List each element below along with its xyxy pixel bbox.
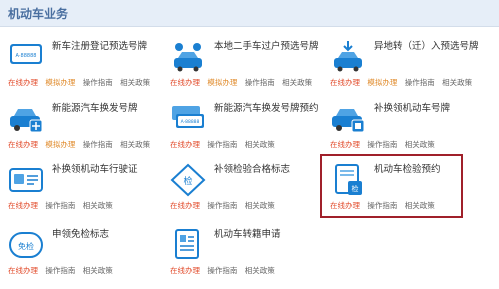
service-card-ev-plate[interactable]: 新能源汽车换发号牌 在线办理 模拟办理 操作指南 相关政策 — [8, 102, 168, 158]
related-policy-link[interactable]: 相关政策 — [282, 78, 312, 87]
related-policy-link[interactable]: 相关政策 — [245, 140, 275, 149]
service-title: 新车注册登记预选号牌 — [52, 41, 148, 52]
related-policy-link[interactable]: 相关政策 — [245, 266, 275, 275]
service-title: 申领免检标志 — [52, 229, 110, 240]
section-header: 机动车业务 — [0, 0, 499, 27]
service-links: 在线办理 操作指南 相关政策 — [170, 200, 280, 211]
service-title: 新能源汽车换发号牌预约 — [214, 103, 319, 114]
section-title: 机动车业务 — [8, 7, 69, 21]
operation-guide-link[interactable]: 操作指南 — [207, 201, 237, 210]
service-card-ev-plate-booking[interactable]: A·88888 新能源汽车换发号牌预约 在线办理 操作指南 相关政策 — [170, 102, 330, 158]
online-handle-link[interactable]: 在线办理 — [170, 78, 200, 87]
plate-icon: A·88888 — [8, 40, 44, 76]
operation-guide-link[interactable]: 操作指南 — [207, 266, 237, 275]
service-title: 异地转（迁）入预选号牌 — [374, 41, 479, 52]
service-card-driving-license[interactable]: 补换领机动车行驶证 在线办理 操作指南 相关政策 — [8, 163, 168, 219]
service-title: 补领检验合格标志 — [214, 164, 291, 175]
highlight-frame — [320, 154, 463, 218]
online-handle-link[interactable]: 在线办理 — [330, 140, 360, 149]
service-title: 机动车转籍申请 — [214, 229, 281, 240]
mock-handle-link[interactable]: 模拟办理 — [45, 78, 75, 87]
service-card-vehicle-transfer[interactable]: 机动车转籍申请 在线办理 操作指南 相关政策 — [170, 228, 330, 284]
replace-plate-icon — [330, 102, 366, 138]
plate-text: A·88888 — [181, 119, 200, 125]
service-links: 在线办理 模拟办理 操作指南 相关政策 — [8, 139, 155, 150]
online-handle-link[interactable]: 在线办理 — [170, 266, 200, 275]
operation-guide-link[interactable]: 操作指南 — [207, 140, 237, 149]
service-card-used-car-transfer[interactable]: 本地二手车过户预选号牌 在线办理 模拟办理 操作指南 相关政策 — [170, 40, 330, 96]
related-policy-link[interactable]: 相关政策 — [245, 201, 275, 210]
online-handle-link[interactable]: 在线办理 — [170, 140, 200, 149]
service-links: 在线办理 模拟办理 操作指南 相关政策 — [8, 77, 155, 88]
online-handle-link[interactable]: 在线办理 — [8, 78, 38, 87]
related-policy-link[interactable]: 相关政策 — [442, 78, 472, 87]
plate-stack-icon: A·88888 — [170, 102, 206, 138]
exemption-badge-icon: 免检 — [8, 228, 44, 264]
online-handle-link[interactable]: 在线办理 — [8, 266, 38, 275]
inspection-diamond-icon: 检 — [170, 163, 206, 199]
service-links: 在线办理 操作指南 相关政策 — [8, 265, 118, 276]
online-handle-link[interactable]: 在线办理 — [8, 140, 38, 149]
service-title: 补换领机动车行驶证 — [52, 164, 138, 175]
related-policy-link[interactable]: 相关政策 — [83, 201, 113, 210]
operation-guide-link[interactable]: 操作指南 — [83, 140, 113, 149]
online-handle-link[interactable]: 在线办理 — [170, 201, 200, 210]
service-links: 在线办理 模拟办理 操作指南 相关政策 — [170, 77, 317, 88]
related-policy-link[interactable]: 相关政策 — [120, 78, 150, 87]
service-links: 在线办理 操作指南 相关政策 — [170, 139, 280, 150]
icon-text: 检 — [183, 175, 192, 187]
transfer-doc-icon — [170, 228, 206, 264]
import-car-icon — [330, 40, 366, 76]
operation-guide-link[interactable]: 操作指南 — [45, 266, 75, 275]
license-card-icon — [8, 163, 44, 199]
service-card-import-plate[interactable]: 异地转（迁）入预选号牌 在线办理 模拟办理 操作指南 相关政策 — [330, 40, 490, 96]
service-title: 本地二手车过户预选号牌 — [214, 41, 319, 52]
operation-guide-link[interactable]: 操作指南 — [367, 140, 397, 149]
service-title: 补换领机动车号牌 — [374, 103, 451, 114]
mock-handle-link[interactable]: 模拟办理 — [367, 78, 397, 87]
car-transfer-icon — [170, 40, 206, 76]
service-card-exemption-mark[interactable]: 免检 申领免检标志 在线办理 操作指南 相关政策 — [8, 228, 168, 284]
related-policy-link[interactable]: 相关政策 — [120, 140, 150, 149]
operation-guide-link[interactable]: 操作指南 — [83, 78, 113, 87]
service-links: 在线办理 模拟办理 操作指南 相关政策 — [330, 77, 477, 88]
mock-handle-link[interactable]: 模拟办理 — [45, 140, 75, 149]
service-links: 在线办理 操作指南 相关政策 — [8, 200, 118, 211]
service-card-inspection-mark[interactable]: 检 补领检验合格标志 在线办理 操作指南 相关政策 — [170, 163, 330, 219]
related-policy-link[interactable]: 相关政策 — [405, 140, 435, 149]
service-card-replace-plate[interactable]: 补换领机动车号牌 在线办理 操作指南 相关政策 — [330, 102, 490, 158]
online-handle-link[interactable]: 在线办理 — [330, 78, 360, 87]
plate-text: A·88888 — [16, 53, 37, 59]
service-card-new-car-plate[interactable]: A·88888 新车注册登记预选号牌 在线办理 模拟办理 操作指南 相关政策 — [8, 40, 168, 96]
related-policy-link[interactable]: 相关政策 — [83, 266, 113, 275]
operation-guide-link[interactable]: 操作指南 — [45, 201, 75, 210]
mock-handle-link[interactable]: 模拟办理 — [207, 78, 237, 87]
service-title: 新能源汽车换发号牌 — [52, 103, 138, 114]
ev-car-icon — [8, 102, 44, 138]
online-handle-link[interactable]: 在线办理 — [8, 201, 38, 210]
service-links: 在线办理 操作指南 相关政策 — [170, 265, 280, 276]
operation-guide-link[interactable]: 操作指南 — [405, 78, 435, 87]
operation-guide-link[interactable]: 操作指南 — [245, 78, 275, 87]
service-links: 在线办理 操作指南 相关政策 — [330, 139, 440, 150]
icon-text: 免检 — [18, 241, 34, 251]
